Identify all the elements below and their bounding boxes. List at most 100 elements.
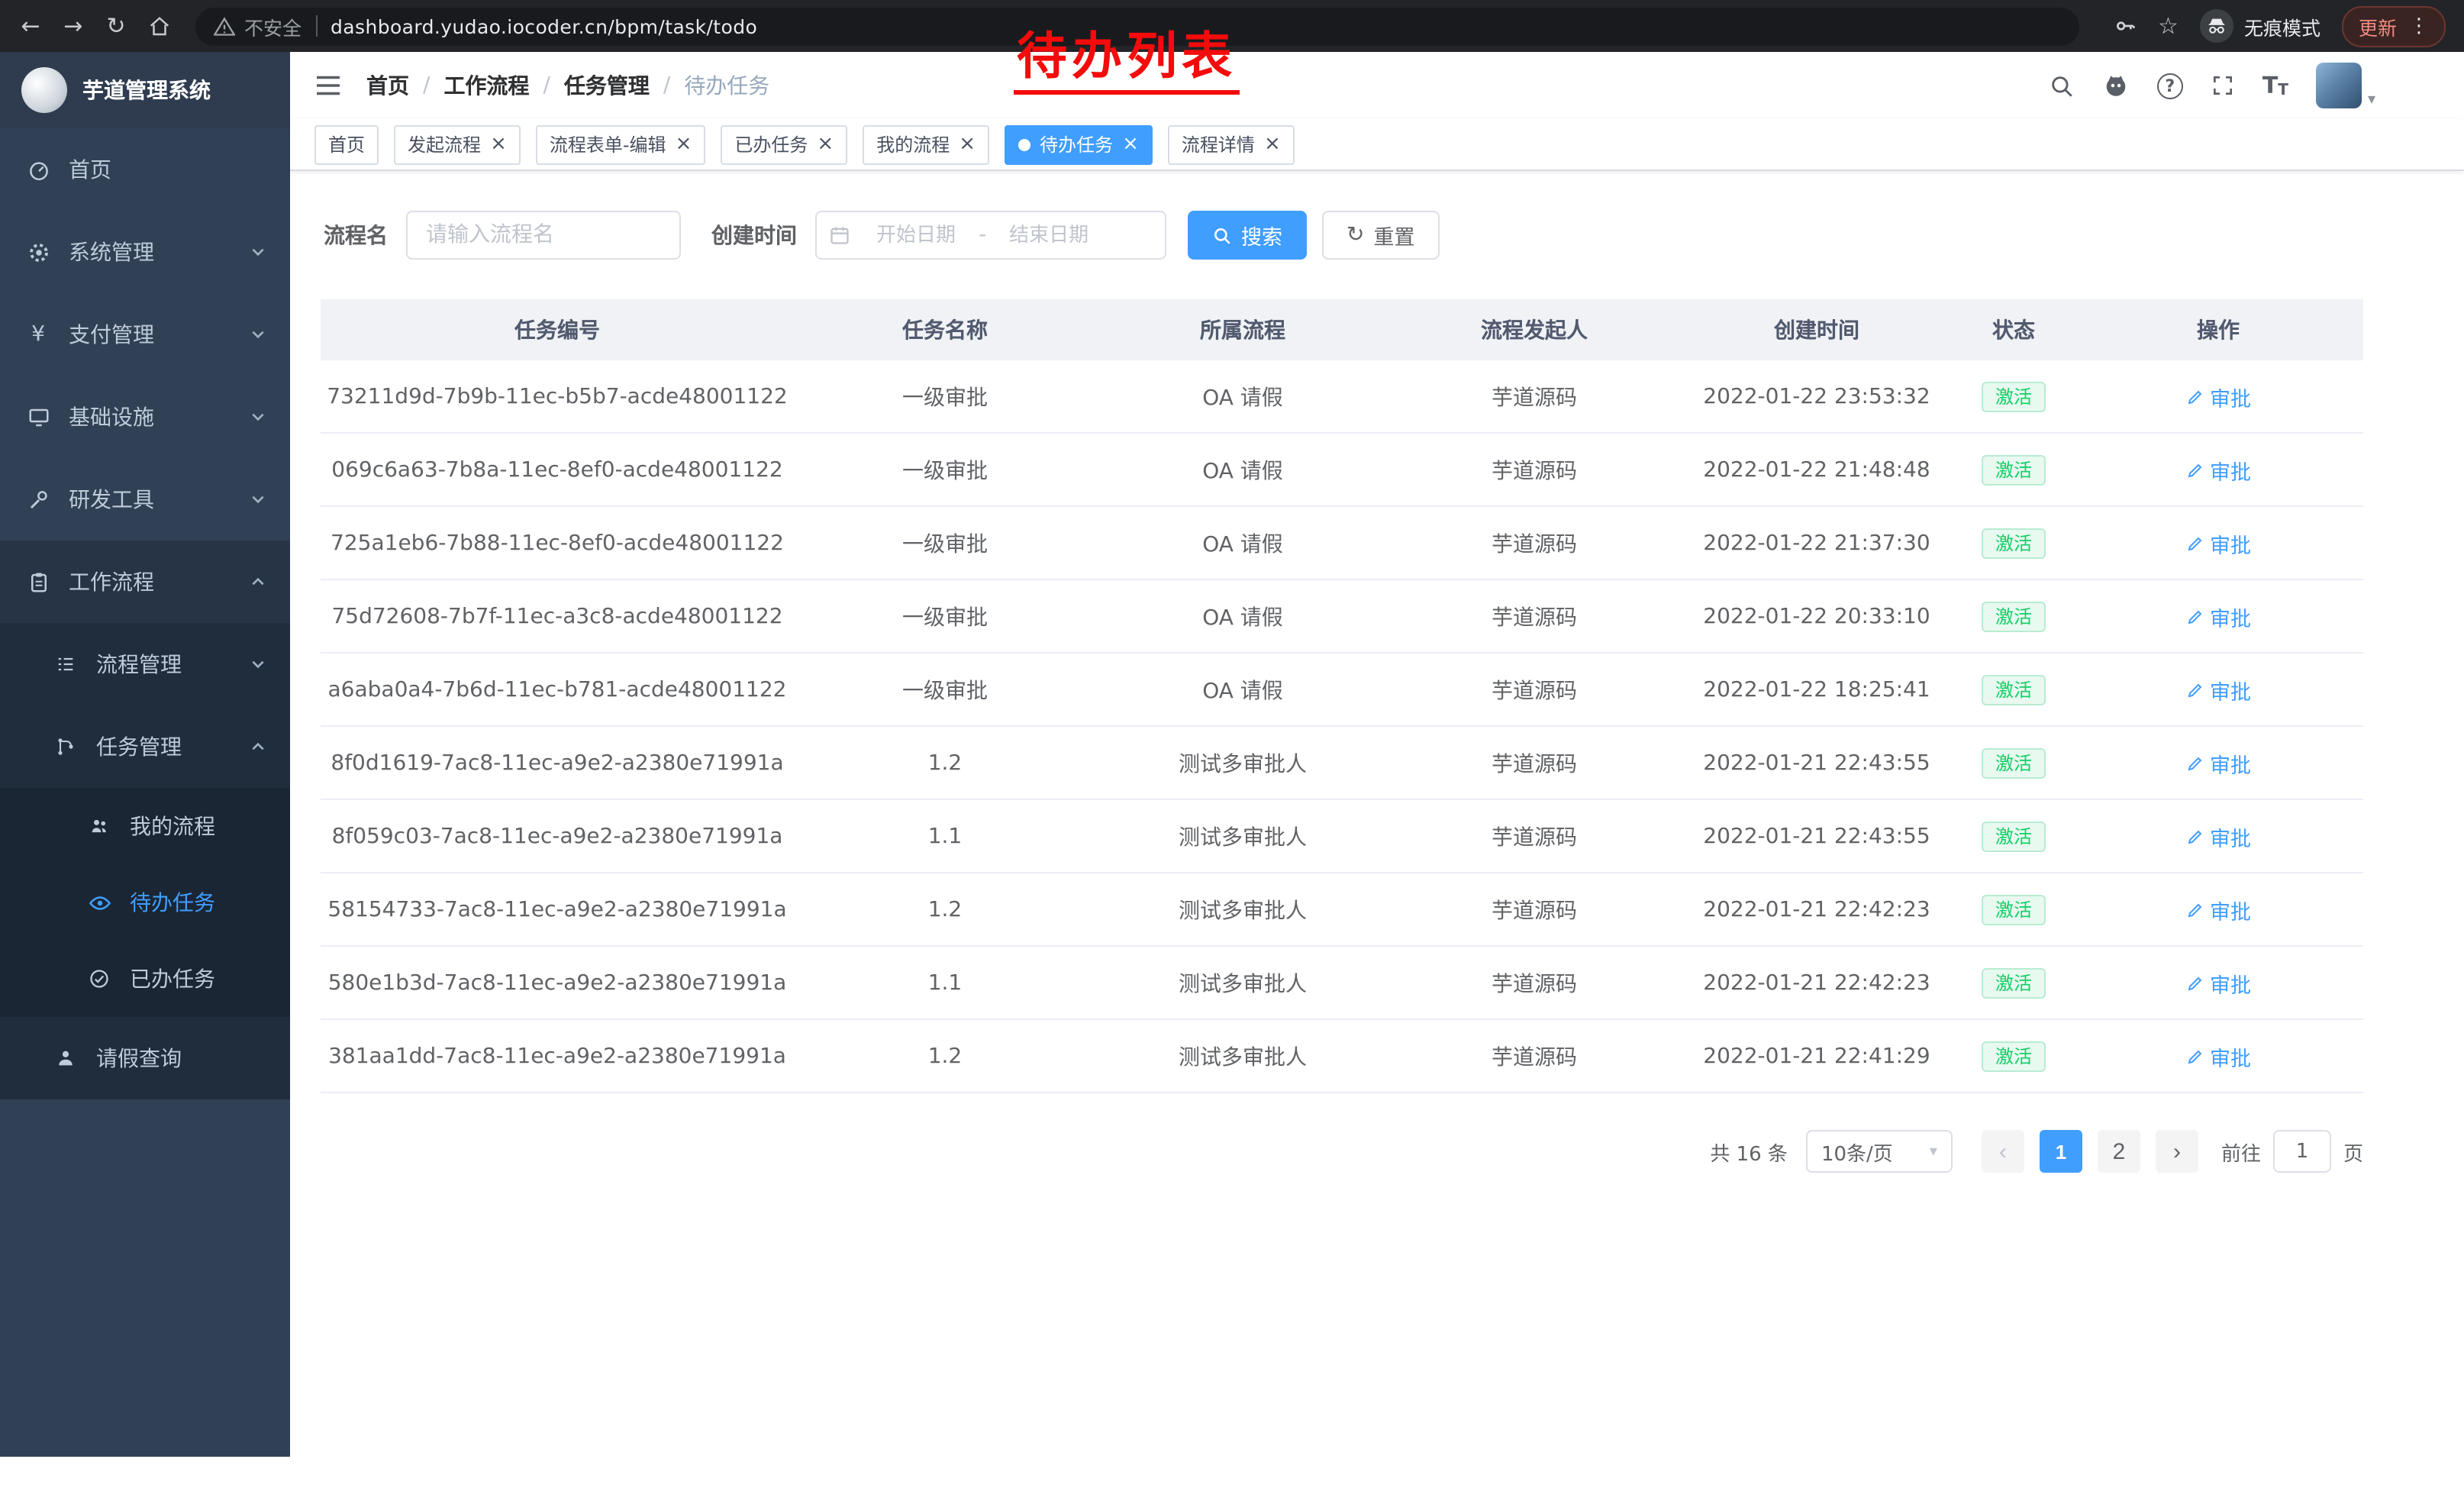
status-badge: 激活 (1982, 601, 2046, 631)
password-key-icon[interactable] (2112, 14, 2137, 38)
browser-nav-buttons: ← → ↻ (0, 5, 180, 47)
sidebar-item-task-mgmt[interactable]: 任务管理 (0, 705, 290, 788)
total-count: 共 16 条 (1710, 1137, 1788, 1166)
table-row: 75d72608-7b7f-11ec-a3c8-acde48001122 一级审… (321, 580, 2363, 654)
sidebar-item-payment[interactable]: ¥ 支付管理 (0, 293, 290, 376)
bookmark-star-icon[interactable]: ☆ (2158, 12, 2179, 40)
page-button-1[interactable]: 1 (2040, 1130, 2082, 1173)
close-icon[interactable]: × (1122, 134, 1139, 154)
page-button-2[interactable]: 2 (2098, 1130, 2140, 1173)
prev-page-button[interactable]: ‹ (1982, 1130, 2024, 1173)
cell-action: 审批 (2073, 747, 2363, 778)
tab-done-tasks[interactable]: 已办任务 × (721, 124, 847, 164)
close-icon[interactable]: × (1264, 134, 1281, 154)
approve-button[interactable]: 审批 (2185, 381, 2251, 412)
table-row: 725a1eb6-7b88-11ec-8ef0-acde48001122 一级审… (321, 507, 2363, 580)
browser-menu-icon[interactable]: ⋮ (2409, 15, 2429, 37)
breadcrumb-task-mgmt[interactable]: 任务管理 (564, 70, 650, 101)
approve-button[interactable]: 审批 (2185, 967, 2251, 998)
search-button[interactable]: 搜索 (1188, 211, 1307, 260)
page-size-select[interactable]: 10条/页 ▾ (1806, 1130, 1953, 1173)
reset-button[interactable]: ↻ 重置 (1322, 211, 1439, 260)
approve-button[interactable]: 审批 (2185, 601, 2251, 631)
cell-process: OA 请假 (1096, 528, 1389, 558)
close-icon[interactable]: × (817, 134, 834, 154)
approve-button[interactable]: 审批 (2185, 454, 2251, 485)
tab-process-form-edit[interactable]: 流程表单-编辑 × (536, 124, 706, 164)
home-icon[interactable] (137, 5, 180, 47)
status-badge: 激活 (1982, 967, 2046, 998)
incognito-label: 无痕模式 (2244, 11, 2320, 40)
tab-home[interactable]: 首页 (314, 124, 379, 164)
page-unit-label: 页 (2343, 1137, 2363, 1166)
cell-task-id: 58154733-7ac8-11ec-a9e2-a2380e71991a (321, 897, 794, 922)
end-date-input[interactable] (989, 224, 1108, 247)
process-name-input[interactable] (406, 211, 681, 260)
active-tab-dot (1018, 138, 1030, 150)
cell-process: OA 请假 (1096, 381, 1389, 412)
search-icon[interactable] (2049, 73, 2075, 98)
font-size-icon[interactable]: TT (2262, 72, 2288, 99)
approve-button[interactable]: 审批 (2185, 528, 2251, 558)
sidebar-item-label: 已办任务 (130, 964, 215, 994)
sidebar-item-done-tasks[interactable]: 已办任务 (0, 941, 290, 1017)
back-icon[interactable]: ← (9, 5, 52, 47)
sidebar-item-leave-query[interactable]: 请假查询 (0, 1017, 290, 1099)
sidebar: 芋道管理系统 首页 系统管理 ¥ 支付管理 基础设施 (0, 52, 290, 1457)
goto-page-input[interactable] (2273, 1130, 2331, 1173)
cell-task-name: 1.1 (794, 970, 1096, 995)
col-action: 操作 (2073, 315, 2363, 345)
cell-initiator: 芋道源码 (1389, 747, 1679, 778)
tab-my-process[interactable]: 我的流程 × (863, 124, 989, 164)
tab-todo-tasks[interactable]: 待办任务 × (1005, 124, 1153, 164)
sidebar-item-todo-tasks[interactable]: 待办任务 (0, 864, 290, 941)
close-icon[interactable]: × (959, 134, 976, 154)
approve-button[interactable]: 审批 (2185, 747, 2251, 778)
status-badge: 激活 (1982, 894, 2046, 925)
close-icon[interactable]: × (676, 134, 692, 154)
filter-form: 流程名 创建时间 - 搜索 ↻ 重置 (321, 211, 2433, 260)
user-avatar[interactable]: ▾ (2316, 63, 2375, 108)
breadcrumb-workflow[interactable]: 工作流程 (443, 70, 529, 101)
cell-create-time: 2022-01-21 22:42:23 (1679, 970, 1954, 995)
breadcrumb-home[interactable]: 首页 (366, 70, 409, 101)
date-range-picker[interactable]: - (815, 211, 1166, 260)
sidebar-item-process-mgmt[interactable]: 流程管理 (0, 623, 290, 705)
approve-button[interactable]: 审批 (2185, 674, 2251, 705)
sidebar-item-my-process[interactable]: 我的流程 (0, 788, 290, 864)
sidebar-item-system[interactable]: 系统管理 (0, 211, 290, 293)
next-page-button[interactable]: › (2156, 1130, 2198, 1173)
forward-icon[interactable]: → (52, 5, 95, 47)
cell-task-id: 725a1eb6-7b88-11ec-8ef0-acde48001122 (321, 531, 794, 555)
start-date-input[interactable] (856, 224, 976, 247)
url-text: dashboard.yudao.iocoder.cn/bpm/task/todo (331, 15, 757, 37)
github-icon[interactable] (2102, 72, 2130, 99)
help-icon[interactable]: ? (2157, 73, 2183, 98)
cell-action: 审批 (2073, 528, 2363, 558)
app-logo[interactable]: 芋道管理系统 (0, 52, 290, 128)
breadcrumb-current: 待办任务 (684, 70, 769, 101)
tab-launch-process[interactable]: 发起流程 × (394, 124, 521, 164)
sidebar-item-devtools[interactable]: 研发工具 (0, 458, 290, 541)
tab-process-detail[interactable]: 流程详情 × (1168, 124, 1295, 164)
process-name-label: 流程名 (324, 220, 388, 250)
close-icon[interactable]: × (490, 134, 507, 154)
sidebar-item-workflow[interactable]: 工作流程 (0, 541, 290, 623)
approve-button[interactable]: 审批 (2185, 821, 2251, 851)
col-task-name: 任务名称 (794, 315, 1096, 345)
sidebar-item-home[interactable]: 首页 (0, 128, 290, 211)
annotation-overlay: 待办列表 (1014, 15, 1240, 95)
reload-icon[interactable]: ↻ (95, 5, 137, 47)
approve-button[interactable]: 审批 (2185, 894, 2251, 925)
sidebar-collapse-icon[interactable] (314, 73, 342, 98)
gear-icon (24, 240, 52, 263)
not-secure-label: 不安全 (244, 11, 302, 40)
sidebar-item-infra[interactable]: 基础设施 (0, 376, 290, 458)
fullscreen-icon[interactable] (2211, 73, 2235, 98)
status-badge: 激活 (1982, 454, 2046, 485)
status-badge: 激活 (1982, 381, 2046, 412)
update-button[interactable]: 更新 ⋮ (2342, 5, 2446, 47)
person-icon (52, 1047, 79, 1069)
breadcrumb-separator: / (543, 73, 550, 98)
approve-button[interactable]: 审批 (2185, 1041, 2251, 1071)
